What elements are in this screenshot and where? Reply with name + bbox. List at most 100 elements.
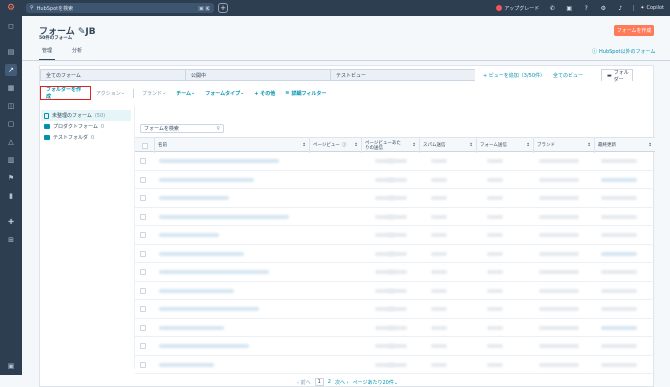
apps-grid-icon[interactable]: ⊞ (5, 234, 17, 246)
redacted-cell (487, 177, 503, 182)
select-all-checkbox[interactable] (141, 142, 148, 149)
table-row[interactable] (135, 208, 655, 226)
row-checkbox[interactable] (140, 324, 146, 331)
redacted-cell (387, 362, 407, 367)
row-checkbox[interactable] (140, 213, 146, 220)
row-checkbox[interactable] (140, 195, 146, 201)
column-page-views[interactable]: ページビュー ⓘ ↕ (310, 138, 362, 153)
table-row[interactable] (135, 263, 655, 282)
copilot-button[interactable]: ✦ Copilot (633, 5, 664, 11)
table-row[interactable] (135, 226, 655, 245)
table-header: 名前 ↕ ページビュー ⓘ ↕ ページビューあたりの送信 ↕ スパム送信 ↕ フォーム送信… (135, 137, 655, 153)
folders-tab[interactable]: ▬ フォルダー (601, 69, 633, 83)
upgrade-button[interactable]: アップグレード (496, 5, 539, 12)
content-icon[interactable]: ▦ (5, 82, 17, 94)
table-row[interactable] (135, 152, 655, 171)
create-folder-button[interactable]: フォルダーを作成 (40, 86, 91, 100)
redacted-cell (431, 233, 447, 237)
row-checkbox[interactable] (140, 269, 146, 275)
redacted-cell (539, 270, 579, 274)
team-filter[interactable]: チーム ⌄ (171, 86, 200, 100)
commerce-icon[interactable]: ▢ (5, 118, 17, 130)
non-hubspot-forms-link[interactable]: ⓘ HubSpot以外のフォーム (592, 48, 655, 55)
next-page-button[interactable]: 次へ › (335, 379, 349, 386)
table-row[interactable] (135, 319, 655, 337)
actions-dropdown[interactable]: アクション ⌄ (91, 86, 130, 100)
form-search-input[interactable]: フォームを検索 ⚲ (140, 124, 224, 133)
row-checkbox[interactable] (140, 232, 146, 238)
redacted-cell (487, 233, 503, 237)
row-checkbox[interactable] (140, 158, 146, 164)
table-row[interactable] (135, 171, 655, 189)
service-icon[interactable]: △ (5, 136, 17, 148)
view-tab-all-forms[interactable]: 全てのフォーム (40, 69, 186, 81)
folder-item-test-folder[interactable]: テストフォルダ 0 (41, 132, 131, 143)
column-label: スパム送信 (423, 143, 446, 148)
automation-icon[interactable]: ⚑ (5, 172, 17, 184)
column-brand[interactable]: ブランド ↕ (534, 138, 595, 153)
sort-icon: ↕ (648, 143, 652, 148)
settings-gear-icon[interactable]: ⚙ (599, 5, 607, 12)
create-form-button[interactable]: フォームを作成 (614, 25, 654, 36)
expand-sidebar-icon[interactable]: ▣ (5, 360, 17, 372)
collapse-arrow-icon[interactable]: ✚ (5, 216, 17, 228)
tab-analyze[interactable]: 分析 (69, 47, 85, 61)
tab-manage[interactable]: 管理 (39, 47, 56, 61)
redacted-cell (387, 325, 407, 330)
redacted-cell (539, 325, 579, 330)
hubspot-logo-icon[interactable]: ⚙ (0, 0, 22, 16)
table-row[interactable] (135, 356, 655, 374)
table-row[interactable] (135, 300, 655, 319)
redacted-cell (487, 270, 503, 274)
folder-item-product-forms[interactable]: プロダクトフォーム 0 (41, 121, 131, 132)
table-row[interactable] (135, 189, 655, 208)
page-2[interactable]: 2 (328, 379, 331, 385)
chevron-down-icon: ⌄ (393, 379, 399, 386)
advanced-filters-button[interactable]: ≡ 詳細フィルター (280, 86, 331, 100)
form-type-filter[interactable]: フォームタイプ ⌄ (200, 86, 249, 100)
view-tab-test-view[interactable]: テストビュー (330, 69, 476, 81)
column-name[interactable]: 名前 ↕ (155, 138, 310, 153)
quick-create-button[interactable]: + (218, 3, 228, 13)
row-checkbox[interactable] (140, 306, 146, 312)
brand-filter[interactable]: ブランド ⌄ (137, 86, 171, 100)
more-filters-button[interactable]: + その他 (249, 86, 280, 100)
all-views-button[interactable]: 全てのビュー (548, 69, 592, 81)
row-checkbox[interactable] (140, 176, 146, 183)
row-checkbox[interactable] (140, 361, 146, 368)
row-checkbox[interactable] (140, 343, 146, 349)
per-page-dropdown[interactable]: ページあたり20件⌄ (353, 379, 398, 386)
sales-icon[interactable]: ◫ (5, 100, 17, 112)
redacted-cell (539, 344, 579, 348)
column-last-updated[interactable]: 最終更新 ↕ (595, 138, 655, 153)
sort-icon: ↕ (526, 143, 530, 148)
help-icon[interactable]: ? (582, 5, 590, 12)
redacted-cell (159, 177, 254, 182)
column-form-submissions[interactable]: フォーム送信 ↕ (477, 138, 534, 153)
phone-icon[interactable]: ✆ (548, 5, 556, 12)
notifications-bell-icon[interactable]: ♪ (616, 5, 624, 12)
contacts-icon[interactable]: ▤ (5, 46, 17, 58)
marketing-icon[interactable]: ↗ (5, 64, 17, 76)
column-submissions-per-view[interactable]: ページビューあたりの送信 ↕ (362, 138, 420, 153)
prev-page-button[interactable]: ‹ 前へ (297, 379, 311, 386)
data-icon[interactable]: ▥ (5, 154, 17, 166)
advanced-filters-label: 詳細フィルター (291, 90, 327, 97)
view-tab-published[interactable]: 公開中 (185, 69, 331, 81)
add-view-button[interactable]: + ビューを追加（3/50件） (475, 69, 549, 81)
folders-tab-label: フォルダー (613, 69, 629, 83)
global-search-input[interactable]: ⚲ HubSpotを検索 ⌘ K (26, 3, 214, 13)
table-row[interactable] (135, 282, 655, 300)
row-checkbox[interactable] (140, 287, 146, 294)
page-current[interactable]: 1 (314, 378, 324, 386)
bookmark-icon[interactable]: ◻ (5, 20, 17, 32)
top-nav-bar: ⚙ ⚲ HubSpotを検索 ⌘ K + アップグレード ✆ ▣ ? ⚙ ♪ ✦… (0, 0, 670, 16)
redacted-cell (487, 288, 503, 293)
table-row[interactable] (135, 337, 655, 356)
folder-item-unorganized[interactable]: 未整理のフォーム (50) (41, 110, 131, 121)
table-row[interactable] (135, 245, 655, 263)
row-checkbox[interactable] (140, 250, 146, 257)
reporting-icon[interactable]: ▮ (5, 190, 17, 202)
column-spam-submissions[interactable]: スパム送信 ↕ (420, 138, 477, 153)
marketplace-icon[interactable]: ▣ (565, 5, 573, 12)
